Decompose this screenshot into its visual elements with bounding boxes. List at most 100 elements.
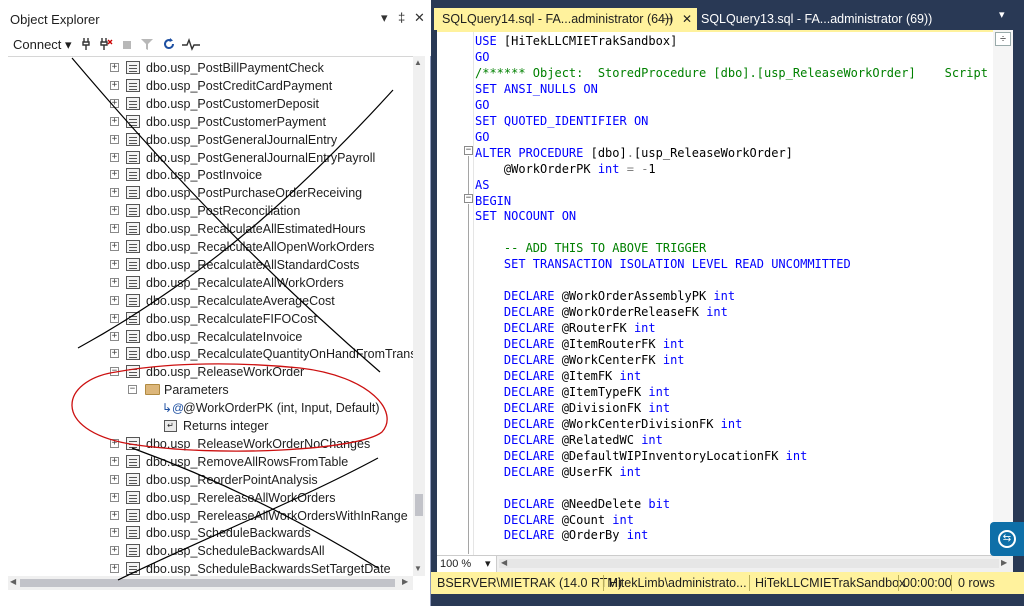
close-icon[interactable]: ✕ (414, 10, 425, 26)
server-status: BSERVER\MIETRAK (14.0 RTM) (437, 576, 622, 590)
tab-sqlquery13[interactable]: SQLQuery13.sql - FA...administrator (69)… (693, 8, 953, 30)
tree-node[interactable]: + dbo.usp_RecalculateAverageCost (8, 292, 423, 310)
expand-icon[interactable]: + (110, 564, 119, 574)
zoom-level-select[interactable]: 100 % ▾ (437, 556, 497, 572)
remote-session-widget[interactable]: ⇆ (990, 522, 1024, 556)
expand-icon[interactable]: + (110, 438, 119, 448)
tree-node[interactable]: + dbo.usp_RecalculateFIFOCost (8, 310, 423, 328)
editor-horizontal-scrollbar[interactable] (499, 559, 999, 568)
expand-icon[interactable]: + (110, 80, 119, 90)
tab-overflow-dropdown-icon[interactable]: ▾ (999, 8, 1005, 21)
scroll-left-icon[interactable]: ◀ (501, 558, 507, 567)
tree-node[interactable]: + dbo.usp_PostReconciliation (8, 202, 423, 220)
tree-node[interactable]: + dbo.usp_ScheduleBackwardsAll (8, 542, 423, 560)
tree-node[interactable]: + dbo.usp_RemoveAllRowsFromTable (8, 453, 423, 471)
tree-node[interactable]: + dbo.usp_PostBillPaymentCheck (8, 59, 423, 77)
tree-node[interactable]: + dbo.usp_PostInvoice (8, 166, 423, 184)
tree-node-label: dbo.usp_PostReconciliation (146, 204, 301, 219)
expand-icon[interactable]: + (110, 331, 119, 341)
expand-icon[interactable]: + (110, 242, 119, 251)
tree-node[interactable]: + dbo.usp_RereleaseAllWorkOrders (8, 489, 423, 507)
scroll-up-icon[interactable]: ▲ (414, 58, 422, 67)
tree-node[interactable]: + dbo.usp_RecalculateAllWorkOrders (8, 274, 423, 292)
connect-button[interactable]: Connect ▾ (13, 37, 72, 53)
split-window-icon[interactable]: ÷ (995, 32, 1011, 46)
refresh-icon[interactable] (162, 37, 176, 54)
tree-node[interactable]: + dbo.usp_RecalculateAllOpenWorkOrders (8, 238, 423, 256)
code-token: /****** Object: StoredProcedure [dbo].[u… (475, 65, 995, 80)
stop-icon[interactable] (121, 37, 133, 54)
tree-node[interactable]: + dbo.usp_ReleaseWorkOrderNoChanges (8, 435, 423, 453)
tree-node[interactable]: − dbo.usp_ReleaseWorkOrder (8, 363, 423, 381)
tree-node[interactable]: + dbo.usp_PostCreditCardPayment (8, 77, 423, 95)
tree-node[interactable]: + dbo.usp_RereleaseAllWorkOrdersWithInRan… (8, 507, 423, 525)
expand-icon[interactable]: + (110, 98, 119, 108)
filter-icon[interactable] (140, 37, 154, 54)
tree-node[interactable]: + dbo.usp_ReorderPointAnalysis (8, 471, 423, 489)
sql-code[interactable]: USE [HiTekLLCMIETrakSandbox] GO/****** Ob… (475, 32, 995, 555)
tree-node[interactable]: + dbo.usp_RecalculateQuantityOnHandFromTr… (8, 345, 423, 363)
expand-icon[interactable]: + (110, 259, 119, 269)
expand-icon[interactable]: + (110, 295, 119, 305)
scroll-right-icon[interactable]: ▶ (1001, 558, 1007, 567)
close-tab-icon[interactable]: ✕ (682, 8, 692, 30)
collapse-icon[interactable]: − (110, 367, 119, 377)
activity-monitor-icon[interactable] (182, 37, 200, 54)
collapse-icon[interactable]: − (128, 385, 137, 395)
tree-node[interactable]: + dbo.usp_PostCustomerDeposit (8, 95, 423, 113)
tree-node[interactable]: + dbo.usp_PostGeneralJournalEntryPayroll (8, 149, 423, 167)
expand-icon[interactable]: + (110, 206, 119, 216)
tab-sqlquery14[interactable]: SQLQuery14.sql - FA...administrator (64)… (434, 8, 697, 30)
expand-icon[interactable]: + (110, 134, 119, 144)
tree-node[interactable]: ↵ Returns integer (8, 417, 423, 435)
tree-node-label: dbo.usp_RecalculateInvoice (146, 329, 303, 344)
tree-node[interactable]: + dbo.usp_PostCustomerPayment (8, 113, 423, 131)
scroll-right-icon[interactable]: ▶ (402, 577, 408, 586)
expand-icon[interactable]: + (110, 313, 119, 323)
expand-icon[interactable]: + (110, 510, 119, 520)
expand-icon[interactable]: + (110, 224, 119, 234)
expand-icon[interactable]: + (110, 63, 119, 72)
scrollbar-thumb[interactable] (415, 494, 423, 516)
expand-icon[interactable]: + (110, 277, 119, 287)
expand-icon[interactable]: + (110, 492, 119, 502)
tree-node[interactable]: ↳@ @WorkOrderPK (int, Input, Default) (8, 399, 423, 417)
stored-procedure-icon (126, 168, 140, 182)
tree-node[interactable]: + dbo.usp_PostGeneralJournalEntry (8, 131, 423, 149)
editor-vertical-scrollbar[interactable]: ÷ (993, 30, 1013, 555)
tree-node[interactable]: + dbo.usp_RecalculateInvoice (8, 328, 423, 346)
auto-hide-pin-icon[interactable]: ‡ (398, 10, 405, 25)
tree-node[interactable]: + dbo.usp_ScheduleBackwardsSetTargetDate (8, 560, 423, 576)
pin-tab-icon[interactable]: ⊣ (662, 8, 672, 30)
expand-icon[interactable]: + (110, 349, 119, 359)
scroll-down-icon[interactable]: ▼ (414, 564, 422, 573)
tree-node[interactable]: + dbo.usp_RecalculateAllStandardCosts (8, 256, 423, 274)
expand-icon[interactable]: + (110, 116, 119, 126)
fold-toggle-icon[interactable]: − (464, 194, 473, 203)
expand-icon[interactable]: + (110, 188, 119, 198)
query-editor[interactable]: − − USE [HiTekLLCMIETrakSandbox] GO/*****… (437, 30, 1013, 555)
connect-db-engine-icon[interactable] (81, 37, 95, 54)
disconnect-icon[interactable] (99, 37, 113, 54)
horizontal-scrollbar[interactable]: ◀ ▶ (8, 576, 413, 590)
expand-icon[interactable]: + (110, 546, 119, 556)
parameter-icon: ↳@ (162, 401, 185, 416)
tree-node[interactable]: + dbo.usp_PostPurchaseOrderReceiving (8, 184, 423, 202)
expand-icon[interactable]: + (110, 474, 119, 484)
expand-icon[interactable]: + (110, 152, 119, 162)
stored-procedure-icon (126, 329, 140, 343)
tree-node[interactable]: + dbo.usp_ScheduleBackwards (8, 524, 423, 542)
expand-icon[interactable]: + (110, 456, 119, 466)
tree-node[interactable]: − Parameters (8, 381, 423, 399)
expand-icon[interactable]: + (110, 170, 119, 180)
tree-node-label: dbo.usp_PostCreditCardPayment (146, 78, 333, 93)
window-position-icon[interactable]: ▾ (381, 10, 388, 26)
fold-toggle-icon[interactable]: − (464, 146, 473, 155)
tree-node[interactable]: + dbo.usp_RecalculateAllEstimatedHours (8, 220, 423, 238)
code-line: DECLARE @DefaultWIPInventoryLocationFK i… (475, 448, 807, 464)
object-explorer-titlebar: Object Explorer ▾ ‡ ✕ (0, 0, 431, 36)
scroll-left-icon[interactable]: ◀ (10, 577, 16, 586)
scrollbar-thumb[interactable] (20, 579, 395, 587)
vertical-scrollbar[interactable]: ▲ ▼ (413, 56, 425, 576)
expand-icon[interactable]: + (110, 528, 119, 538)
